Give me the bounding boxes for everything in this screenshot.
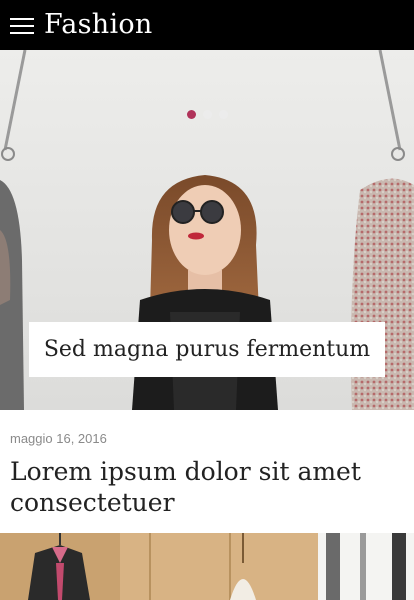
slider-dot-2[interactable] <box>202 110 212 119</box>
slider-dot-3[interactable] <box>218 110 228 119</box>
top-bar: Fashion <box>0 0 414 50</box>
slider-dot-1[interactable] <box>186 110 196 119</box>
slide-caption-link[interactable]: Sed magna purus fermentum <box>44 337 370 362</box>
post-title[interactable]: Lorem ipsum dolor sit amet consectetuer <box>10 456 405 518</box>
post-thumbnail-image <box>0 533 414 600</box>
site-title[interactable]: Fashion <box>44 8 153 42</box>
slide-caption: Sed magna purus fermentum <box>29 322 385 377</box>
post-date: maggio 16, 2016 <box>10 431 107 446</box>
post-thumbnail[interactable] <box>0 533 414 600</box>
hamburger-menu-icon[interactable] <box>10 18 34 34</box>
hero-slider: Sed magna purus fermentum <box>0 50 414 410</box>
slider-pagination <box>0 110 414 122</box>
